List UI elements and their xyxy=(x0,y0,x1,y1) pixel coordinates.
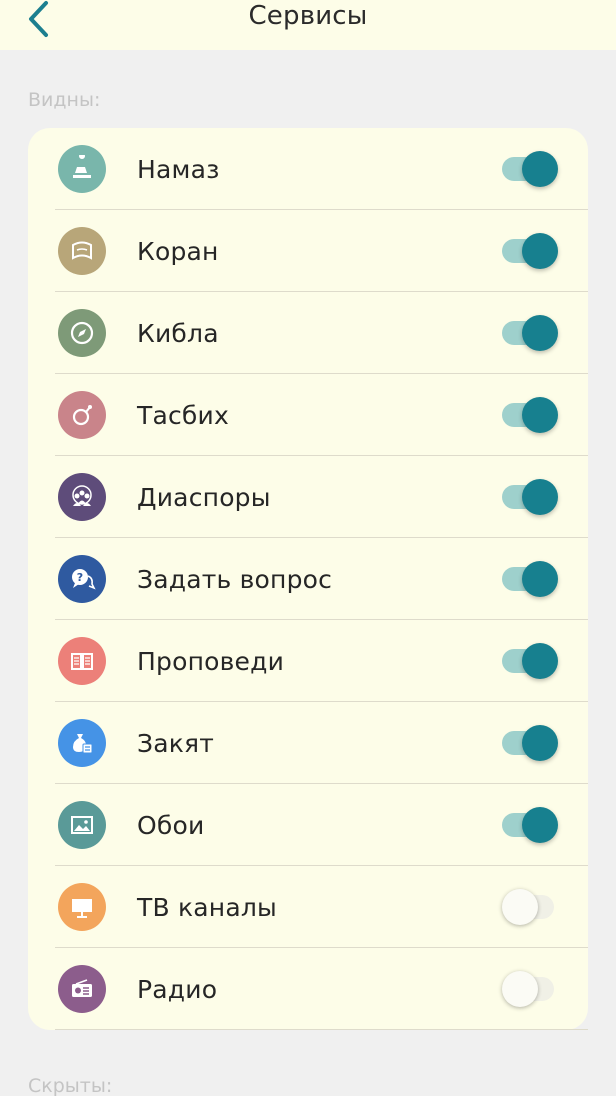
tasbih-icon xyxy=(58,391,106,439)
service-label: Диаспоры xyxy=(137,482,271,512)
service-label: Проповеди xyxy=(137,646,285,676)
service-toggle[interactable] xyxy=(502,561,558,597)
service-toggle[interactable] xyxy=(502,397,558,433)
service-toggle[interactable] xyxy=(502,725,558,761)
service-toggle[interactable] xyxy=(502,479,558,515)
service-label: Закят xyxy=(137,728,215,758)
service-label: Кибла xyxy=(137,318,219,348)
service-row-zakat: Закят xyxy=(28,702,588,784)
book-icon xyxy=(58,637,106,685)
service-toggle[interactable] xyxy=(502,315,558,351)
radio-icon xyxy=(58,965,106,1013)
service-toggle[interactable] xyxy=(502,643,558,679)
prayer-icon xyxy=(58,145,106,193)
divider xyxy=(55,1029,588,1030)
top-bar: Сервисы xyxy=(0,0,616,50)
service-row-radio: Радио xyxy=(28,948,588,1030)
service-toggle[interactable] xyxy=(502,971,558,1007)
visible-section-label: Видны: xyxy=(28,89,101,111)
chevron-left-icon xyxy=(29,1,48,37)
image-icon xyxy=(58,801,106,849)
question-chat-icon: ? xyxy=(58,555,106,603)
service-row-sermons: Проповеди xyxy=(28,620,588,702)
service-row-tasbih: Тасбих xyxy=(28,374,588,456)
page-title: Сервисы xyxy=(248,1,368,31)
service-label: ТВ каналы xyxy=(137,892,277,922)
service-label: Радио xyxy=(137,974,218,1004)
community-icon xyxy=(58,473,106,521)
service-label: Задать вопрос xyxy=(137,564,333,594)
service-label: Намаз xyxy=(137,154,220,184)
service-row-namaz: Намаз xyxy=(28,128,588,210)
service-toggle[interactable] xyxy=(502,807,558,843)
service-row-quran: Коран xyxy=(28,210,588,292)
svg-text:?: ? xyxy=(77,571,83,584)
service-toggle[interactable] xyxy=(502,151,558,187)
service-toggle[interactable] xyxy=(502,889,558,925)
service-row-ask-question: ? Задать вопрос xyxy=(28,538,588,620)
service-row-tv-channels: ТВ каналы xyxy=(28,866,588,948)
compass-icon xyxy=(58,309,106,357)
money-bag-icon xyxy=(58,719,106,767)
service-toggle[interactable] xyxy=(502,233,558,269)
service-row-diasporas: Диаспоры xyxy=(28,456,588,538)
back-button[interactable] xyxy=(18,0,58,44)
service-label: Тасбих xyxy=(137,400,229,430)
tv-icon xyxy=(58,883,106,931)
service-label: Обои xyxy=(137,810,205,840)
hidden-section-label: Скрыты: xyxy=(28,1075,113,1096)
service-label: Коран xyxy=(137,236,219,266)
service-row-wallpapers: Обои xyxy=(28,784,588,866)
services-card: Намаз Коран Кибла Тасбих Диаспоры ? Зада… xyxy=(28,128,588,1030)
service-row-qibla: Кибла xyxy=(28,292,588,374)
quran-icon xyxy=(58,227,106,275)
